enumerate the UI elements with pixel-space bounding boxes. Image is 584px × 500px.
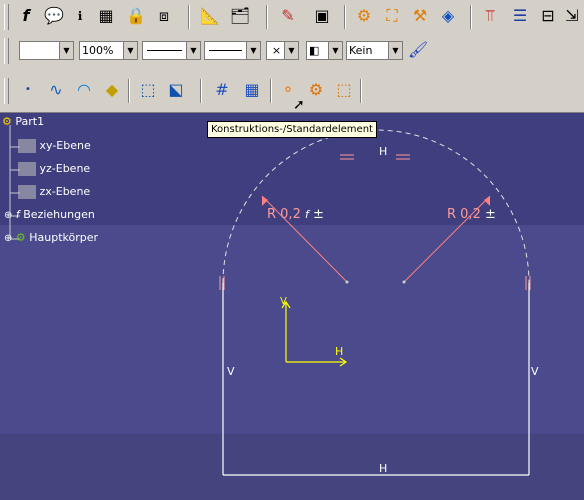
tolerance-symbol: ± [313, 207, 324, 222]
constraint-horizontal-top[interactable]: H [379, 145, 387, 158]
radius-value: R 0,2 [447, 207, 481, 222]
radius-dimension-left[interactable]: R 0,2 f ± [267, 207, 324, 222]
axis-label-v: V [280, 296, 287, 307]
mouse-cursor-icon: ➚ [293, 97, 305, 113]
radius-value: R 0,2 [267, 207, 301, 222]
radius-dimension-right[interactable]: R 0,2 ± [447, 207, 496, 222]
tooltip: Konstruktions-/Standardelement [207, 121, 377, 138]
constraint-vertical-left[interactable]: V [227, 365, 235, 378]
axis-label-h: H [335, 345, 344, 358]
center-point-left[interactable] [345, 280, 349, 284]
tolerance-symbol: ± [484, 207, 496, 222]
tangency-marks [219, 154, 531, 290]
constraint-horizontal-bottom[interactable]: H [379, 462, 387, 475]
sketch-geometry [219, 129, 531, 476]
center-point-right[interactable] [402, 280, 406, 284]
formula-icon: f [304, 208, 309, 221]
constraint-vertical-right[interactable]: V [531, 365, 539, 378]
